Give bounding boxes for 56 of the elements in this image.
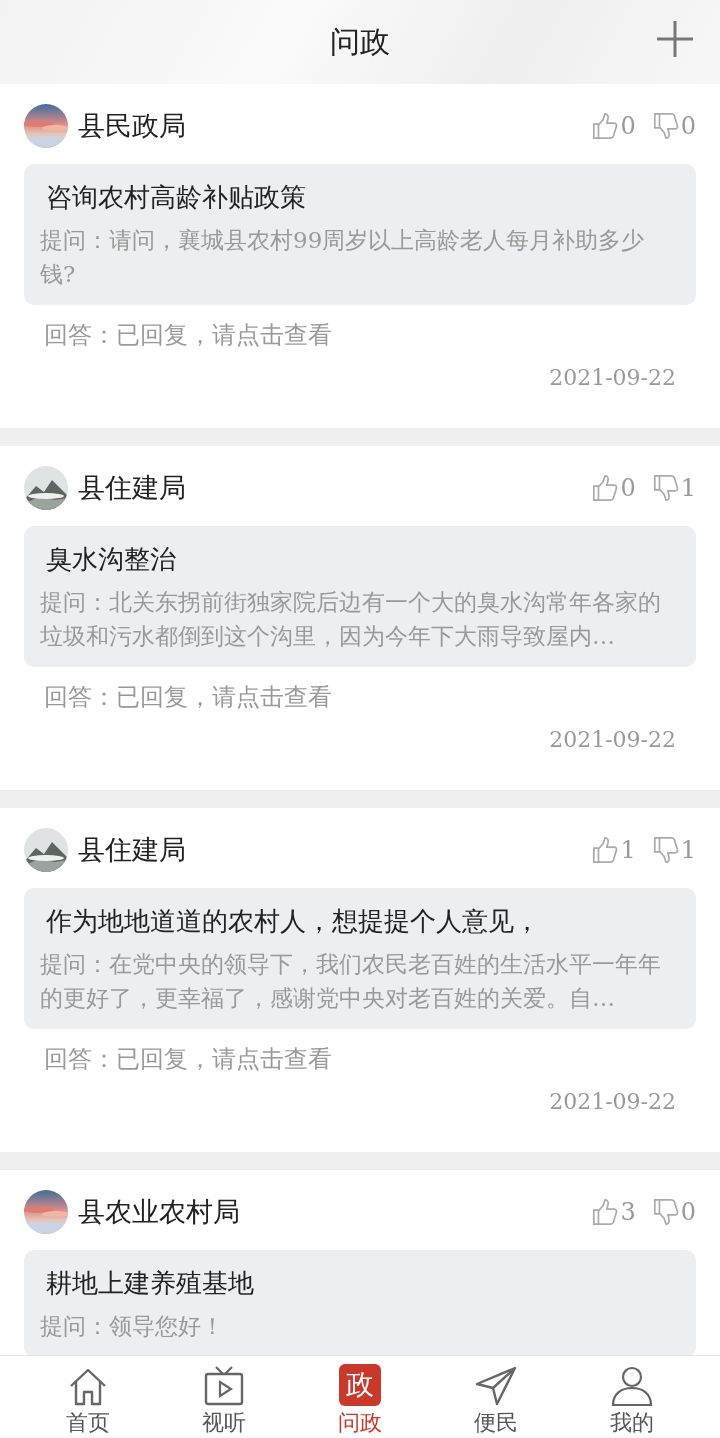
post-card[interactable]: 县农业农村局 3 0 耕地上建养殖基地 提问：领导您好！ — [0, 1170, 720, 1355]
dislike-button[interactable]: 0 — [651, 111, 696, 141]
nav-tab[interactable]: 政 问政 — [305, 1356, 415, 1438]
question-title: 耕地上建养殖基地 — [46, 1267, 255, 1300]
vote-count: 0 — [620, 112, 636, 140]
thumbs-down-icon — [651, 111, 680, 141]
nav-tab[interactable]: 视听 — [169, 1356, 279, 1438]
thumbs-up-icon — [591, 1197, 620, 1227]
nav-tab[interactable]: 便民 — [441, 1356, 551, 1438]
post-card[interactable]: 县住建局 0 1 臭水沟整治 提问：北关东拐前街独家院后边有一个大的臭水沟常年各家的垃圾和污水都倒到这个沟里，因为今年下大雨导致屋内… 回答：已回复，请点击查看 2021-09-22 — [0, 446, 720, 790]
department-name: 县住建局 — [78, 471, 187, 505]
dislike-button[interactable]: 0 — [651, 1197, 696, 1227]
person-icon — [609, 1364, 655, 1408]
dislike-button[interactable]: 1 — [651, 835, 696, 865]
thumbs-up-icon — [591, 111, 620, 141]
page-title: 问政 — [330, 22, 390, 61]
tab-badge: 政 — [339, 1364, 381, 1406]
post-card[interactable]: 县民政局 0 0 咨询农村高龄补贴政策 提问：请问，襄城县农村99周岁以上高龄老人每月补助多少钱? 回答：已回复，请点击查看 2021-09-22 — [0, 84, 720, 428]
department-name: 县民政局 — [78, 109, 187, 143]
thumbs-up-icon — [591, 473, 620, 503]
dislike-button[interactable]: 1 — [651, 473, 696, 503]
vote-count: 1 — [680, 474, 696, 502]
answer-status: 回答：已回复，请点击查看 — [44, 320, 333, 351]
question-title: 臭水沟整治 — [46, 543, 177, 576]
nav-tab[interactable]: 我的 — [577, 1356, 687, 1438]
post-date: 2021-09-22 — [548, 365, 676, 390]
question-title: 咨询农村高龄补贴政策 — [46, 181, 307, 214]
thumbs-up-icon — [591, 835, 620, 865]
question-text: 提问：请问，襄城县农村99周岁以上高龄老人每月补助多少钱? — [40, 226, 646, 289]
vote-count: 0 — [680, 1198, 696, 1226]
nav-tab[interactable]: 首页 — [33, 1356, 143, 1438]
question-text: 提问：领导您好！ — [40, 1312, 225, 1341]
vote-count: 1 — [680, 836, 696, 864]
department-name: 县住建局 — [78, 833, 187, 867]
thumbs-down-icon — [651, 473, 680, 503]
thumbs-down-icon — [651, 1197, 680, 1227]
post-date: 2021-09-22 — [548, 1089, 676, 1114]
like-button[interactable]: 1 — [591, 835, 636, 865]
like-button[interactable]: 0 — [591, 111, 636, 141]
question-title: 作为地地道道的农村人，想提提个人意见， — [46, 905, 541, 938]
add-icon[interactable] — [656, 20, 694, 58]
thumbs-down-icon — [651, 835, 680, 865]
post-date: 2021-09-22 — [548, 727, 676, 752]
vote-count: 0 — [620, 474, 636, 502]
question-text: 提问：北关东拐前街独家院后边有一个大的臭水沟常年各家的垃圾和污水都倒到这个沟里，因为今年下大雨导致屋内… — [40, 588, 662, 651]
answer-status: 回答：已回复，请点击查看 — [44, 682, 333, 713]
post-card[interactable]: 县住建局 1 1 作为地地道道的农村人，想提提个人意见， 提问：在党中央的领导下，我们农民老百姓的生活水平一年年的更好了，更幸福了，感谢党中央对老百姓的关爱。自… 回答：已回复，请点击查看 2021-09-22 — [0, 808, 720, 1152]
like-button[interactable]: 0 — [591, 473, 636, 503]
like-button[interactable]: 3 — [591, 1197, 636, 1227]
vote-count: 1 — [620, 836, 636, 864]
vote-count: 3 — [620, 1198, 636, 1226]
department-name: 县农业农村局 — [78, 1195, 241, 1229]
paper-plane-icon — [473, 1364, 519, 1408]
vote-count: 0 — [680, 112, 696, 140]
question-text: 提问：在党中央的领导下，我们农民老百姓的生活水平一年年的更好了，更幸福了，感谢党中央对老百姓的关爱。自… — [40, 950, 662, 1013]
answer-status: 回答：已回复，请点击查看 — [44, 1044, 333, 1075]
